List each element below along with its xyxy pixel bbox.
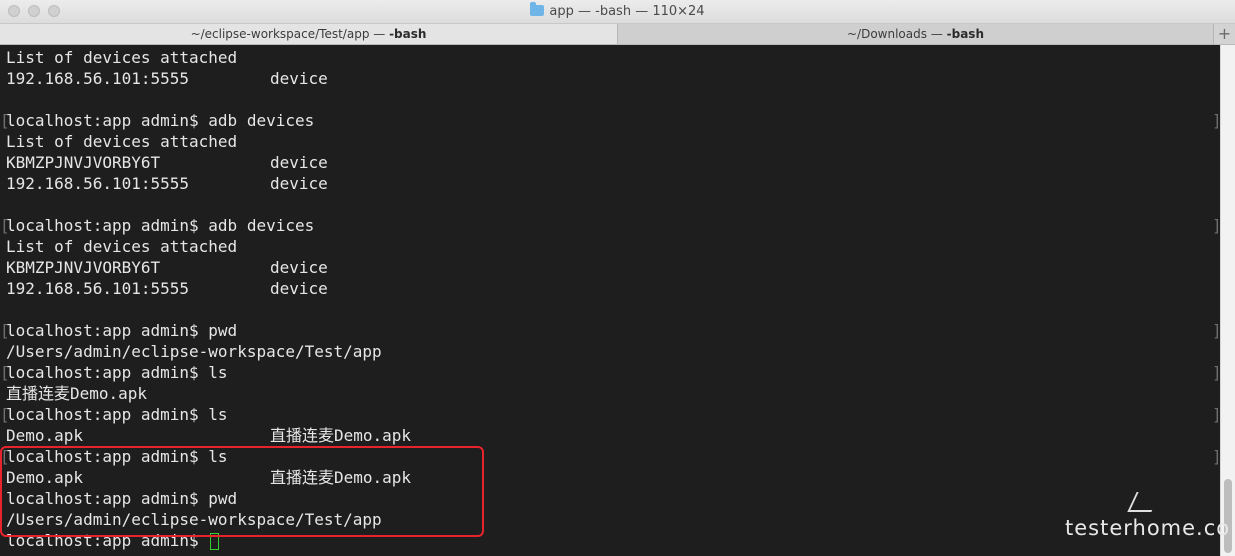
- watermark: testerhome.co: [1065, 516, 1231, 540]
- new-tab-button[interactable]: +: [1213, 24, 1235, 44]
- terminal-line: localhost:app admin$ ls: [6, 404, 228, 425]
- tab-process: -bash: [389, 27, 427, 41]
- red-highlight-box: [0, 446, 484, 537]
- terminal-line: List of devices attached: [6, 47, 237, 68]
- terminal-line-text: List of devices attached: [6, 132, 238, 151]
- terminal-line-text: KBMZPJNVJVORBY6T: [6, 153, 161, 172]
- terminal-line-text: KBMZPJNVJVORBY6T: [6, 258, 161, 277]
- terminal-line-text: List of devices attached: [6, 48, 238, 67]
- terminal-line-column2: device: [270, 153, 328, 172]
- terminal-line: KBMZPJNVJVORBY6T device: [6, 152, 328, 173]
- terminal-line-text: Demo.apk: [6, 426, 84, 445]
- terminal-line-text: localhost:app admin$ pwd: [6, 321, 238, 340]
- window-title: app — -bash — 110×24: [0, 2, 1235, 19]
- scrollbar[interactable]: [1220, 45, 1235, 556]
- terminal-line: localhost:app admin$ adb devices: [6, 110, 314, 131]
- terminal-line-column2: device: [270, 258, 328, 277]
- terminal-line-text: 直播连麦Demo.apk: [6, 384, 148, 403]
- terminal-line-text: /Users/admin/eclipse-workspace/Test/app: [6, 342, 382, 361]
- terminal-line-column2: device: [270, 69, 328, 88]
- terminal-line: 192.168.56.101:5555 device: [6, 278, 328, 299]
- terminal-line-text: 192.168.56.101:5555: [6, 279, 190, 298]
- terminal-line: localhost:app admin$ adb devices: [6, 215, 314, 236]
- folder-icon: [530, 2, 545, 16]
- title-bar: app — -bash — 110×24: [0, 0, 1235, 24]
- terminal-line-text: localhost:app admin$ ls: [6, 405, 228, 424]
- terminal-line-text: localhost:app admin$ adb devices: [6, 111, 315, 130]
- terminal-line-text: List of devices attached: [6, 237, 238, 256]
- terminal-line-text: localhost:app admin$ ls: [6, 363, 228, 382]
- terminal-line: 192.168.56.101:5555 device: [6, 68, 328, 89]
- tab-path: ~/eclipse-workspace/Test/app —: [190, 27, 390, 41]
- terminal-line: localhost:app admin$ pwd: [6, 320, 237, 341]
- tab-eclipse-workspace[interactable]: ~/eclipse-workspace/Test/app — -bash: [0, 24, 617, 44]
- terminal-line: /Users/admin/eclipse-workspace/Test/app: [6, 341, 382, 362]
- tab-process: -bash: [946, 27, 984, 41]
- terminal-line: 直播连麦Demo.apk: [6, 383, 147, 404]
- terminal-line: 192.168.56.101:5555 device: [6, 173, 328, 194]
- terminal-line: Demo.apk 直播连麦Demo.apk: [6, 425, 411, 446]
- terminal-line-text: 192.168.56.101:5555: [6, 174, 190, 193]
- terminal-line-text: localhost:app admin$ adb devices: [6, 216, 315, 235]
- tab-downloads[interactable]: ~/Downloads — -bash: [617, 24, 1213, 44]
- terminal-line-column2: device: [270, 279, 328, 298]
- tab-path: ~/Downloads —: [847, 27, 947, 41]
- terminal-line: List of devices attached: [6, 236, 237, 257]
- tab-bar: ~/eclipse-workspace/Test/app — -bash ~/D…: [0, 24, 1235, 45]
- terminal-line-column2: device: [270, 174, 328, 193]
- terminal-line: localhost:app admin$ ls: [6, 362, 228, 383]
- terminal-line: KBMZPJNVJVORBY6T device: [6, 257, 328, 278]
- terminal-line-text: 192.168.56.101:5555: [6, 69, 190, 88]
- terminal-line-column2: 直播连麦Demo.apk: [270, 426, 412, 445]
- terminal-line: List of devices attached: [6, 131, 237, 152]
